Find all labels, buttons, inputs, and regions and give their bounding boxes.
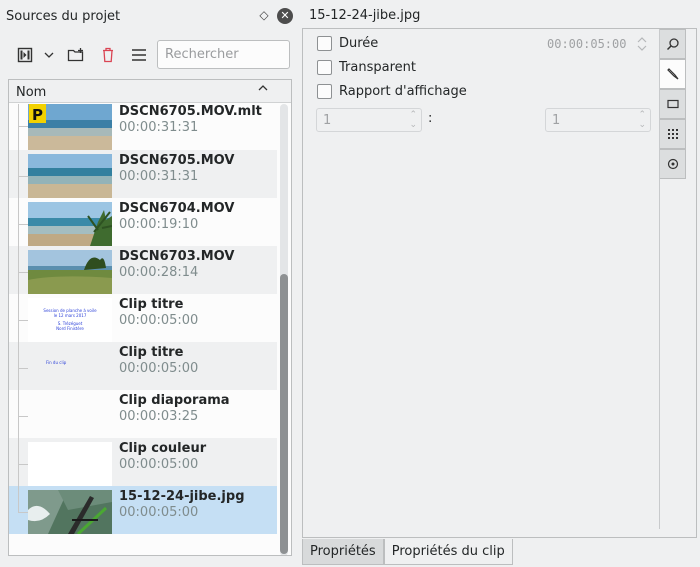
aspect-numerator-value: 1: [323, 113, 332, 128]
duration-label: Durée: [339, 35, 379, 51]
duration-checkbox-row[interactable]: Durée: [317, 34, 378, 52]
transparent-checkbox[interactable]: [317, 59, 332, 75]
tab-markers[interactable]: [660, 59, 686, 89]
clip-thumbnail: [28, 154, 112, 198]
clip-thumbnail: Fin du clip: [28, 346, 112, 390]
aspect-numerator-spinbox[interactable]: 1 ⌃ ⌄: [316, 108, 422, 132]
clip-name: DSCN6705.MOV: [119, 153, 235, 168]
clip-thumbnail: [28, 490, 112, 534]
clip-name: Clip titre: [119, 345, 184, 360]
clip-row[interactable]: Fin du clip Clip titre 00:00:05:00: [9, 342, 277, 390]
add-folder-button[interactable]: [66, 40, 86, 70]
clip-thumbnail: Session de planche à voile le 12 mars 20…: [28, 298, 112, 342]
vertical-scrollbar[interactable]: [278, 104, 290, 555]
clip-duration: 00:00:19:10: [119, 217, 199, 232]
clip-duration: 00:00:31:31: [119, 169, 199, 184]
spin-arrows-icon: [637, 37, 647, 51]
scroll-thumb[interactable]: [280, 274, 288, 554]
bin-toolbar: Rechercher: [10, 40, 290, 70]
clip-name: 15-12-24-jibe.jpg: [119, 489, 245, 504]
clip-name: Clip couleur: [119, 441, 207, 456]
clip-thumbnail: P: [28, 104, 112, 150]
add-clip-menu-button[interactable]: [42, 40, 56, 70]
menu-button[interactable]: [129, 40, 149, 70]
clip-name: DSCN6704.MOV: [119, 201, 235, 216]
transparent-label: Transparent: [339, 59, 416, 75]
rectangle-icon: [666, 99, 679, 109]
search-input[interactable]: Rechercher: [157, 40, 290, 69]
clip-duration: 00:00:28:14: [119, 265, 199, 280]
column-header[interactable]: Nom: [9, 80, 291, 103]
clip-duration: 00:00:05:00: [119, 457, 199, 472]
svg-text:P: P: [32, 106, 43, 124]
tab-metadata[interactable]: [660, 119, 686, 149]
folder-add-icon: [67, 48, 84, 62]
sort-ascending-icon: [257, 82, 269, 97]
transparent-checkbox-row[interactable]: Transparent: [317, 58, 416, 76]
clip-name: DSCN6705.MOV.mlt: [119, 104, 262, 119]
clip-duration: 00:00:05:00: [119, 505, 199, 520]
duration-checkbox[interactable]: [317, 35, 332, 51]
clip-tree: Nom P DSCN6705.MOV.mlt 00:00:31:31 DSCN6…: [8, 79, 292, 556]
duration-value: 00:00:05:00: [547, 37, 627, 51]
tab-file-info[interactable]: [660, 29, 686, 59]
aspect-label: Rapport d'affichage: [339, 83, 467, 99]
close-panel-icon[interactable]: ✕: [277, 8, 293, 24]
project-bin-panel: Sources du projet ◇ ✕ Rechercher Nom P D…: [0, 0, 300, 567]
clip-row[interactable]: Clip diaporama 00:00:03:25: [9, 390, 277, 438]
marker-icon: [666, 68, 678, 80]
magnifier-icon: [666, 38, 679, 51]
duration-field[interactable]: 00:00:05:00: [547, 33, 653, 55]
tab-properties[interactable]: Propriétés: [302, 539, 384, 565]
grid-icon: [667, 129, 678, 139]
title-thumb-text: Nord Finistère: [56, 326, 84, 331]
clip-properties-panel: 15-12-24-jibe.jpg Durée 00:00:05:00 Tran…: [301, 0, 700, 567]
aspect-denominator-value: 1: [552, 113, 561, 128]
aspect-denominator-spinbox[interactable]: 1 ⌃ ⌄: [545, 108, 651, 132]
tab-audio[interactable]: [660, 149, 686, 179]
trash-icon: [103, 47, 113, 63]
clip-duration: 00:00:31:31: [119, 120, 199, 135]
tab-video[interactable]: [660, 89, 686, 119]
float-panel-icon[interactable]: ◇: [257, 8, 271, 22]
clip-thumbnail: [28, 250, 112, 294]
aspect-separator: :: [428, 111, 433, 126]
delete-clip-button[interactable]: [99, 40, 117, 70]
title-thumb-text: Fin du clip: [46, 360, 67, 365]
clip-row[interactable]: Session de planche à voile le 12 mars 20…: [9, 294, 277, 342]
spin-arrows-icon: ⌃ ⌄: [409, 110, 417, 130]
clip-row[interactable]: DSCN6704.MOV 00:00:19:10: [9, 198, 277, 246]
film-icon: [17, 47, 33, 63]
properties-box: Durée 00:00:05:00 Transparent Rapport d'…: [302, 28, 697, 538]
clip-name: Clip titre: [119, 297, 184, 312]
clip-row[interactable]: Clip couleur 00:00:05:00: [9, 438, 277, 486]
clip-thumbnail: [28, 202, 112, 246]
clip-row[interactable]: P DSCN6705.MOV.mlt 00:00:31:31: [9, 104, 277, 150]
panel-title: Sources du projet: [6, 9, 121, 24]
clip-row[interactable]: 15-12-24-jibe.jpg 00:00:05:00: [9, 486, 277, 534]
aspect-checkbox[interactable]: [317, 83, 332, 99]
chevron-down-icon: [44, 52, 54, 58]
clip-name: DSCN6703.MOV: [119, 249, 235, 264]
hamburger-icon: [132, 49, 146, 61]
clip-list: P DSCN6705.MOV.mlt 00:00:31:31 DSCN6705.…: [9, 104, 277, 555]
aspect-checkbox-row[interactable]: Rapport d'affichage: [317, 82, 467, 100]
clip-thumbnail: [28, 394, 112, 438]
clip-name: Clip diaporama: [119, 393, 230, 408]
clip-duration: 00:00:05:00: [119, 361, 199, 376]
column-header-name: Nom: [16, 85, 47, 100]
side-tab-bar: [659, 29, 686, 529]
clip-row[interactable]: DSCN6703.MOV 00:00:28:14: [9, 246, 277, 294]
spin-arrows-icon: ⌃ ⌄: [638, 110, 646, 130]
audio-icon: [667, 158, 678, 170]
clip-thumbnail: [28, 442, 112, 486]
bottom-tab-bar: Propriétés Propriétés du clip: [302, 539, 513, 565]
clip-duration: 00:00:03:25: [119, 409, 199, 424]
clip-duration: 00:00:05:00: [119, 313, 199, 328]
add-clip-button[interactable]: [16, 40, 34, 70]
clip-row[interactable]: DSCN6705.MOV 00:00:31:31: [9, 150, 277, 198]
file-title: 15-12-24-jibe.jpg: [309, 8, 421, 23]
tab-clip-properties[interactable]: Propriétés du clip: [383, 539, 513, 565]
